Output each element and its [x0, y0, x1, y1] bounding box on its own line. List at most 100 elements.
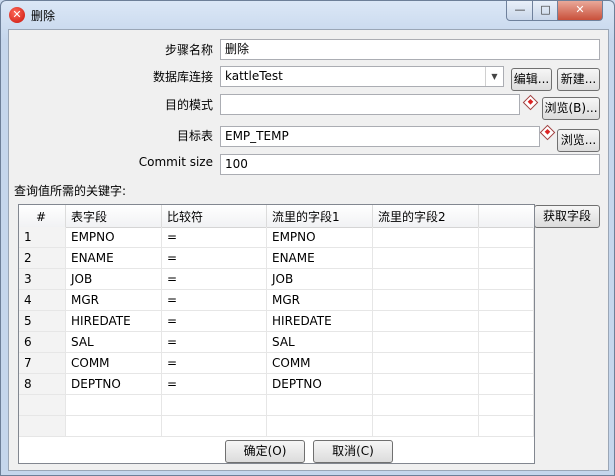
target-table-label: 目标表	[176, 129, 213, 143]
step-name-label: 步骤名称	[164, 43, 213, 57]
maximize-button[interactable]: □	[532, 1, 559, 21]
stream-field1-cell[interactable]: DEPTNO	[267, 374, 373, 394]
ok-button[interactable]: 确定(O)	[225, 440, 305, 463]
target-table-input[interactable]: EMP_TEMP	[220, 126, 540, 147]
filler-cell[interactable]	[479, 248, 534, 268]
commit-size-input[interactable]: 100	[220, 154, 600, 175]
stream-field2-cell[interactable]	[373, 227, 479, 247]
table-row[interactable]: 7 COMM = COMM	[19, 353, 534, 374]
connection-select-value: kattleTest	[225, 69, 283, 83]
filler-cell[interactable]	[479, 227, 534, 247]
keys-table-header: # 表字段 比较符 流里的字段1 流里的字段2	[19, 205, 534, 228]
comparator-cell[interactable]	[162, 395, 267, 415]
stream-field2-cell[interactable]	[373, 416, 479, 436]
comparator-cell[interactable]: =	[162, 269, 267, 289]
table-row[interactable]: 4 MGR = MGR	[19, 290, 534, 311]
comparator-cell[interactable]: =	[162, 374, 267, 394]
stream-field2-cell[interactable]	[373, 353, 479, 373]
comparator-cell[interactable]: =	[162, 332, 267, 352]
col-header-number[interactable]: #	[19, 205, 66, 227]
schema-label: 目的模式	[164, 98, 213, 112]
table-field-cell[interactable]: JOB	[66, 269, 162, 289]
get-fields-button[interactable]: 获取字段	[534, 205, 600, 228]
row-number-cell: 4	[19, 290, 66, 310]
stream-field1-cell[interactable]	[267, 395, 373, 415]
stream-field1-cell[interactable]: HIREDATE	[267, 311, 373, 331]
table-field-cell[interactable]: HIREDATE	[66, 311, 162, 331]
row-number-cell: 7	[19, 353, 66, 373]
stream-field2-cell[interactable]	[373, 374, 479, 394]
comparator-cell[interactable]: =	[162, 290, 267, 310]
browse-table-button[interactable]: 浏览...	[557, 129, 600, 152]
row-number-cell: 2	[19, 248, 66, 268]
table-field-cell[interactable]	[66, 416, 162, 436]
table-row[interactable]	[19, 416, 534, 437]
edit-connection-button[interactable]: 编辑...	[511, 68, 552, 91]
comparator-cell[interactable]: =	[162, 227, 267, 247]
stream-field2-cell[interactable]	[373, 269, 479, 289]
filler-cell[interactable]	[479, 290, 534, 310]
stream-field1-cell[interactable]: JOB	[267, 269, 373, 289]
step-name-input[interactable]: 删除	[220, 39, 600, 60]
stream-field1-cell[interactable]: MGR	[267, 290, 373, 310]
table-field-cell[interactable]: EMPNO	[66, 227, 162, 247]
minimize-button[interactable]: —	[506, 1, 534, 21]
row-number-cell	[19, 416, 66, 436]
filler-cell[interactable]	[479, 416, 534, 436]
browse-schema-button[interactable]: 浏览(B)...	[542, 97, 600, 120]
row-number-cell: 1	[19, 227, 66, 247]
filler-cell[interactable]	[479, 374, 534, 394]
row-number-cell: 3	[19, 269, 66, 289]
table-field-cell[interactable]: DEPTNO	[66, 374, 162, 394]
filler-cell[interactable]	[479, 269, 534, 289]
schema-input[interactable]	[220, 94, 520, 115]
col-header-comparator[interactable]: 比较符	[162, 205, 267, 227]
table-field-cell[interactable]: SAL	[66, 332, 162, 352]
stream-field2-cell[interactable]	[373, 395, 479, 415]
table-field-cell[interactable]: MGR	[66, 290, 162, 310]
chevron-down-icon[interactable]: ▼	[485, 67, 503, 86]
delete-step-icon: ✕	[9, 7, 25, 23]
comparator-cell[interactable]: =	[162, 248, 267, 268]
stream-field1-cell[interactable]: COMM	[267, 353, 373, 373]
table-row[interactable]: 3 JOB = JOB	[19, 269, 534, 290]
title-bar[interactable]: ✕ 删除 — □ ✕	[1, 1, 614, 29]
comparator-cell[interactable]: =	[162, 353, 267, 373]
table-row[interactable]	[19, 395, 534, 416]
table-field-cell[interactable]: ENAME	[66, 248, 162, 268]
comparator-cell[interactable]: =	[162, 311, 267, 331]
window-title: 删除	[31, 9, 56, 23]
filler-cell[interactable]	[479, 395, 534, 415]
dialog-body: 步骤名称 删除 数据库连接 kattleTest ▼ 编辑... 新建... 目…	[8, 29, 609, 471]
stream-field1-cell[interactable]: SAL	[267, 332, 373, 352]
stream-field1-cell[interactable]: ENAME	[267, 248, 373, 268]
row-number-cell: 6	[19, 332, 66, 352]
col-header-table-field[interactable]: 表字段	[66, 205, 162, 227]
close-button[interactable]: ✕	[557, 1, 603, 21]
stream-field2-cell[interactable]	[373, 311, 479, 331]
connection-select[interactable]: kattleTest ▼	[220, 66, 504, 87]
table-row[interactable]: 8 DEPTNO = DEPTNO	[19, 374, 534, 395]
stream-field2-cell[interactable]	[373, 290, 479, 310]
new-connection-button[interactable]: 新建...	[557, 68, 600, 91]
row-number-cell: 8	[19, 374, 66, 394]
filler-cell[interactable]	[479, 332, 534, 352]
table-row[interactable]: 1 EMPNO = EMPNO	[19, 227, 534, 248]
stream-field1-cell[interactable]	[267, 416, 373, 436]
stream-field2-cell[interactable]	[373, 332, 479, 352]
table-row[interactable]: 2 ENAME = ENAME	[19, 248, 534, 269]
col-header-stream-field1[interactable]: 流里的字段1	[267, 205, 373, 227]
keys-section-label: 查询值所需的关键字:	[14, 184, 127, 198]
filler-cell[interactable]	[479, 353, 534, 373]
stream-field2-cell[interactable]	[373, 248, 479, 268]
table-row[interactable]: 5 HIREDATE = HIREDATE	[19, 311, 534, 332]
comparator-cell[interactable]	[162, 416, 267, 436]
table-field-cell[interactable]: COMM	[66, 353, 162, 373]
table-row[interactable]: 6 SAL = SAL	[19, 332, 534, 353]
cancel-button[interactable]: 取消(C)	[313, 440, 393, 463]
stream-field1-cell[interactable]: EMPNO	[267, 227, 373, 247]
commit-size-label: Commit size	[138, 155, 213, 169]
table-field-cell[interactable]	[66, 395, 162, 415]
filler-cell[interactable]	[479, 311, 534, 331]
col-header-stream-field2[interactable]: 流里的字段2	[373, 205, 479, 227]
